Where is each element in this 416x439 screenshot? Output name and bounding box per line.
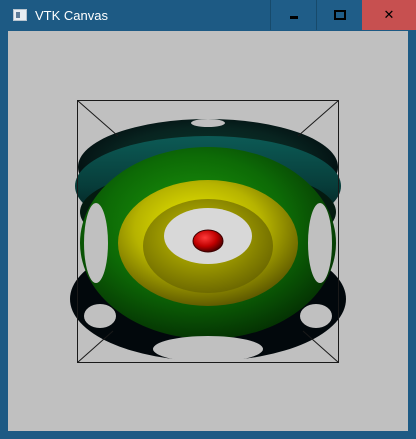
app-window-icon	[13, 9, 27, 21]
maximize-button[interactable]	[316, 0, 362, 30]
app-window: VTK Canvas ✕	[0, 0, 416, 439]
title-bar[interactable]: VTK Canvas ✕	[0, 0, 416, 31]
minimize-button[interactable]	[270, 0, 316, 30]
red-sphere	[192, 229, 224, 253]
render-scene[interactable]	[8, 31, 408, 431]
close-icon: ✕	[383, 7, 395, 23]
maximize-icon	[333, 10, 346, 20]
window-title: VTK Canvas	[35, 8, 108, 23]
vtk-render-canvas[interactable]	[8, 31, 408, 431]
minimize-icon	[289, 15, 298, 19]
close-button[interactable]: ✕	[362, 0, 416, 30]
